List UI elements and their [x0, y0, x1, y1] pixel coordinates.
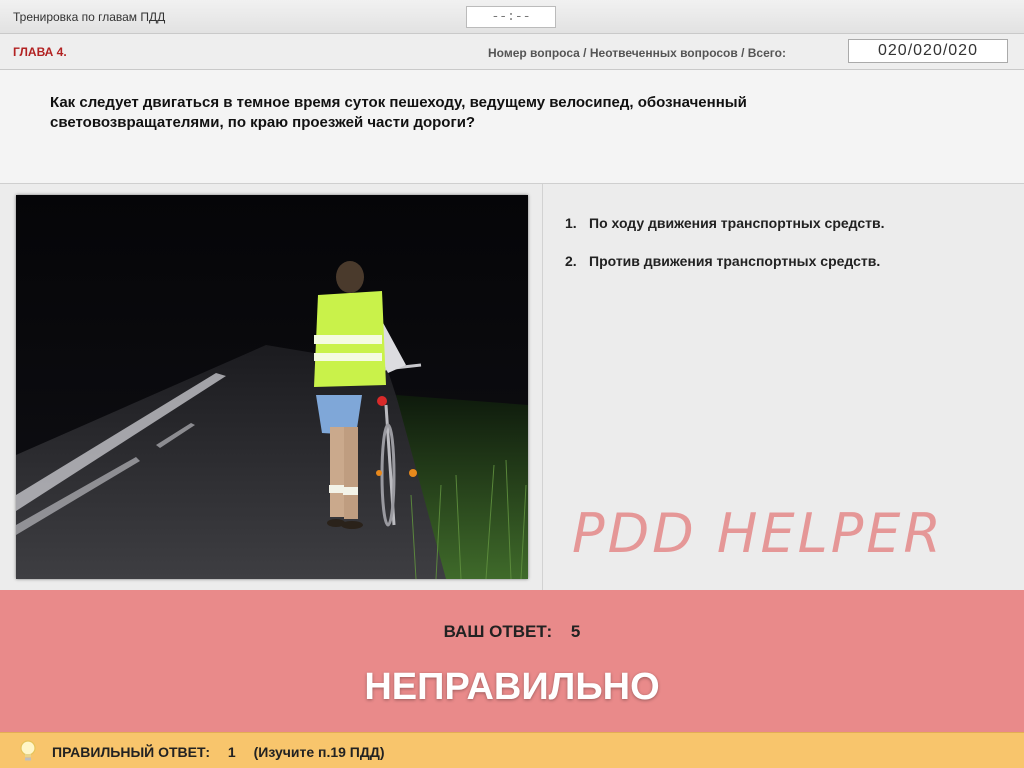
correct-answer-value: 1	[227, 744, 236, 760]
answer-number: 2.	[565, 253, 577, 269]
answer-number: 1.	[565, 215, 577, 231]
result-panel: ВАШ ОТВЕТ: 5 НЕПРАВИЛЬНО	[0, 590, 1024, 732]
correct-answer: ПРАВИЛЬНЫЙ ОТВЕТ: 1 (Изучите п.19 ПДД)	[52, 744, 398, 760]
your-answer: ВАШ ОТВЕТ: 5	[0, 622, 1024, 642]
question-text: Как следует двигаться в темное время сут…	[50, 94, 747, 131]
content-area: 1. По ходу движения транспортных средств…	[0, 184, 1024, 590]
answer-text: По ходу движения транспортных средств.	[589, 215, 885, 231]
your-answer-value: 5	[570, 622, 581, 641]
question-image	[16, 195, 528, 579]
answer-option-1[interactable]: 1. По ходу движения транспортных средств…	[565, 214, 1005, 232]
correct-answer-label: ПРАВИЛЬНЫЙ ОТВЕТ:	[52, 744, 211, 760]
question-panel: Как следует двигаться в темное время сут…	[0, 70, 1024, 184]
chapter-bar: ГЛАВА 4. Номер вопроса / Неотвеченных во…	[0, 34, 1024, 70]
question-counter-label: Номер вопроса / Неотвеченных вопросов / …	[488, 46, 786, 60]
answer-text: Против движения транспортных средств.	[589, 253, 881, 269]
your-answer-label: ВАШ ОТВЕТ:	[443, 622, 553, 641]
verdict-text: НЕПРАВИЛЬНО	[364, 666, 660, 708]
lightbulb-icon	[18, 739, 38, 763]
app-title: Тренировка по главам ПДД	[13, 10, 166, 24]
title-bar: Тренировка по главам ПДД --:--	[0, 0, 1024, 34]
panel-divider	[542, 184, 543, 590]
watermark-logo: PDD HELPER	[572, 502, 944, 565]
correct-answer-bar: ПРАВИЛЬНЫЙ ОТВЕТ: 1 (Изучите п.19 ПДД)	[0, 732, 1024, 768]
answer-list: 1. По ходу движения транспортных средств…	[565, 214, 1005, 290]
correct-answer-hint: (Изучите п.19 ПДД)	[253, 744, 385, 760]
answer-option-2[interactable]: 2. Против движения транспортных средств.	[565, 252, 1005, 270]
question-counter: 020/020/020	[848, 39, 1008, 63]
timer-display: --:--	[466, 6, 556, 28]
chapter-label: ГЛАВА 4.	[13, 45, 67, 59]
